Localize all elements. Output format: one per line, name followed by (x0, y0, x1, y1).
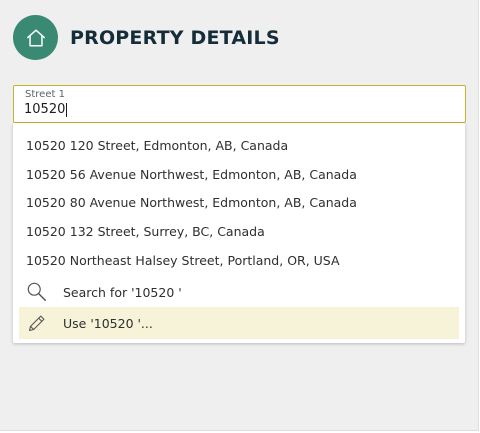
use-entered-text-option[interactable]: Use '10520 '... (19, 307, 459, 339)
address-suggestions-dropdown: 10520 120 Street, Edmonton, AB, Canada 1… (13, 123, 465, 343)
search-for-option[interactable]: Search for '10520 ' (19, 276, 459, 308)
text-cursor (66, 102, 68, 117)
panel-header: PROPERTY DETAILS (13, 15, 280, 60)
street-1-label: Street 1 (25, 89, 65, 100)
suggestion-item[interactable]: 10520 Northeast Halsey Street, Portland,… (26, 253, 340, 268)
suggestion-item[interactable]: 10520 120 Street, Edmonton, AB, Canada (26, 138, 288, 153)
home-icon-badge (13, 15, 58, 60)
search-icon (25, 280, 49, 304)
search-for-label: Search for '10520 ' (63, 284, 182, 300)
street-1-input[interactable]: 10520 (24, 102, 68, 117)
suggestion-item[interactable]: 10520 56 Avenue Northwest, Edmonton, AB,… (26, 167, 357, 182)
page-title: PROPERTY DETAILS (70, 26, 280, 49)
use-entered-text-label: Use '10520 '... (63, 315, 153, 331)
street-1-field[interactable]: Street 1 10520 (13, 85, 466, 123)
suggestion-item[interactable]: 10520 132 Street, Surrey, BC, Canada (26, 224, 265, 239)
suggestion-item[interactable]: 10520 80 Avenue Northwest, Edmonton, AB,… (26, 195, 357, 210)
property-details-panel: PROPERTY DETAILS Street 1 10520 10520 12… (0, 0, 479, 431)
street-1-value: 10520 (24, 102, 66, 117)
home-icon (26, 28, 45, 47)
pencil-icon (25, 311, 49, 335)
